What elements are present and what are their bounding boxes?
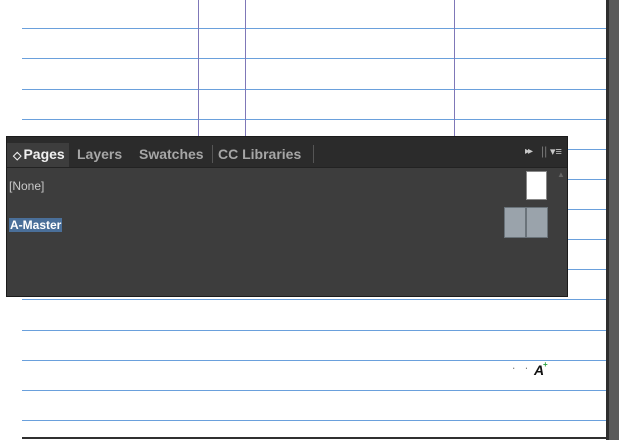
collapse-panel-icon[interactable]: ▸▸ [525, 146, 533, 157]
column-guide [245, 0, 246, 140]
baseline-guide [22, 299, 606, 300]
scroll-up-icon[interactable]: ▲ [557, 170, 565, 179]
tab-cc-libraries-label: CC Libraries [218, 146, 302, 162]
page-bottom-edge [22, 437, 606, 439]
master-none-thumbnail[interactable] [526, 171, 547, 200]
master-a-item[interactable]: A-Master [9, 218, 63, 232]
tab-cc-libraries[interactable]: CC Libraries [212, 143, 307, 167]
baseline-guide [22, 330, 606, 331]
page-right-edge [606, 0, 619, 440]
column-guide [454, 0, 455, 140]
left-page-thumbnail [504, 207, 526, 238]
grip-icon[interactable]: || [541, 144, 547, 158]
baseline-guide [22, 89, 606, 90]
column-guide [198, 0, 199, 140]
panel-options-icon[interactable]: ◇ [13, 150, 21, 162]
type-tool-badge: + [543, 360, 548, 369]
right-page-thumbnail [526, 207, 548, 238]
tab-divider [313, 145, 314, 163]
tab-swatches[interactable]: Swatches [133, 143, 210, 167]
baseline-guide [22, 28, 606, 29]
master-none-item[interactable]: [None] [9, 179, 44, 193]
tab-layers[interactable]: Layers [71, 143, 128, 167]
tab-pages[interactable]: ◇ Pages [7, 143, 69, 167]
master-a-thumbnail[interactable] [504, 207, 549, 238]
baseline-guide [22, 390, 606, 391]
baseline-guide [22, 119, 606, 120]
baseline-guide [22, 360, 606, 361]
pages-panel: ◇ Pages Layers Swatches CC Libraries ▸▸ |… [7, 137, 567, 296]
text-cursor: · · [511, 364, 531, 374]
baseline-guide [22, 58, 606, 59]
panel-tabbar: ◇ Pages Layers Swatches CC Libraries ▸▸ |… [7, 137, 567, 168]
tab-layers-label: Layers [77, 146, 123, 162]
master-a-label: A-Master [9, 218, 63, 232]
tab-pages-label: Pages [23, 146, 65, 162]
baseline-guide [22, 420, 606, 421]
panel-menu-icon[interactable]: ▾≡ [550, 145, 562, 158]
tab-swatches-label: Swatches [139, 146, 204, 162]
type-tool-cursor-icon: A + [534, 360, 548, 378]
